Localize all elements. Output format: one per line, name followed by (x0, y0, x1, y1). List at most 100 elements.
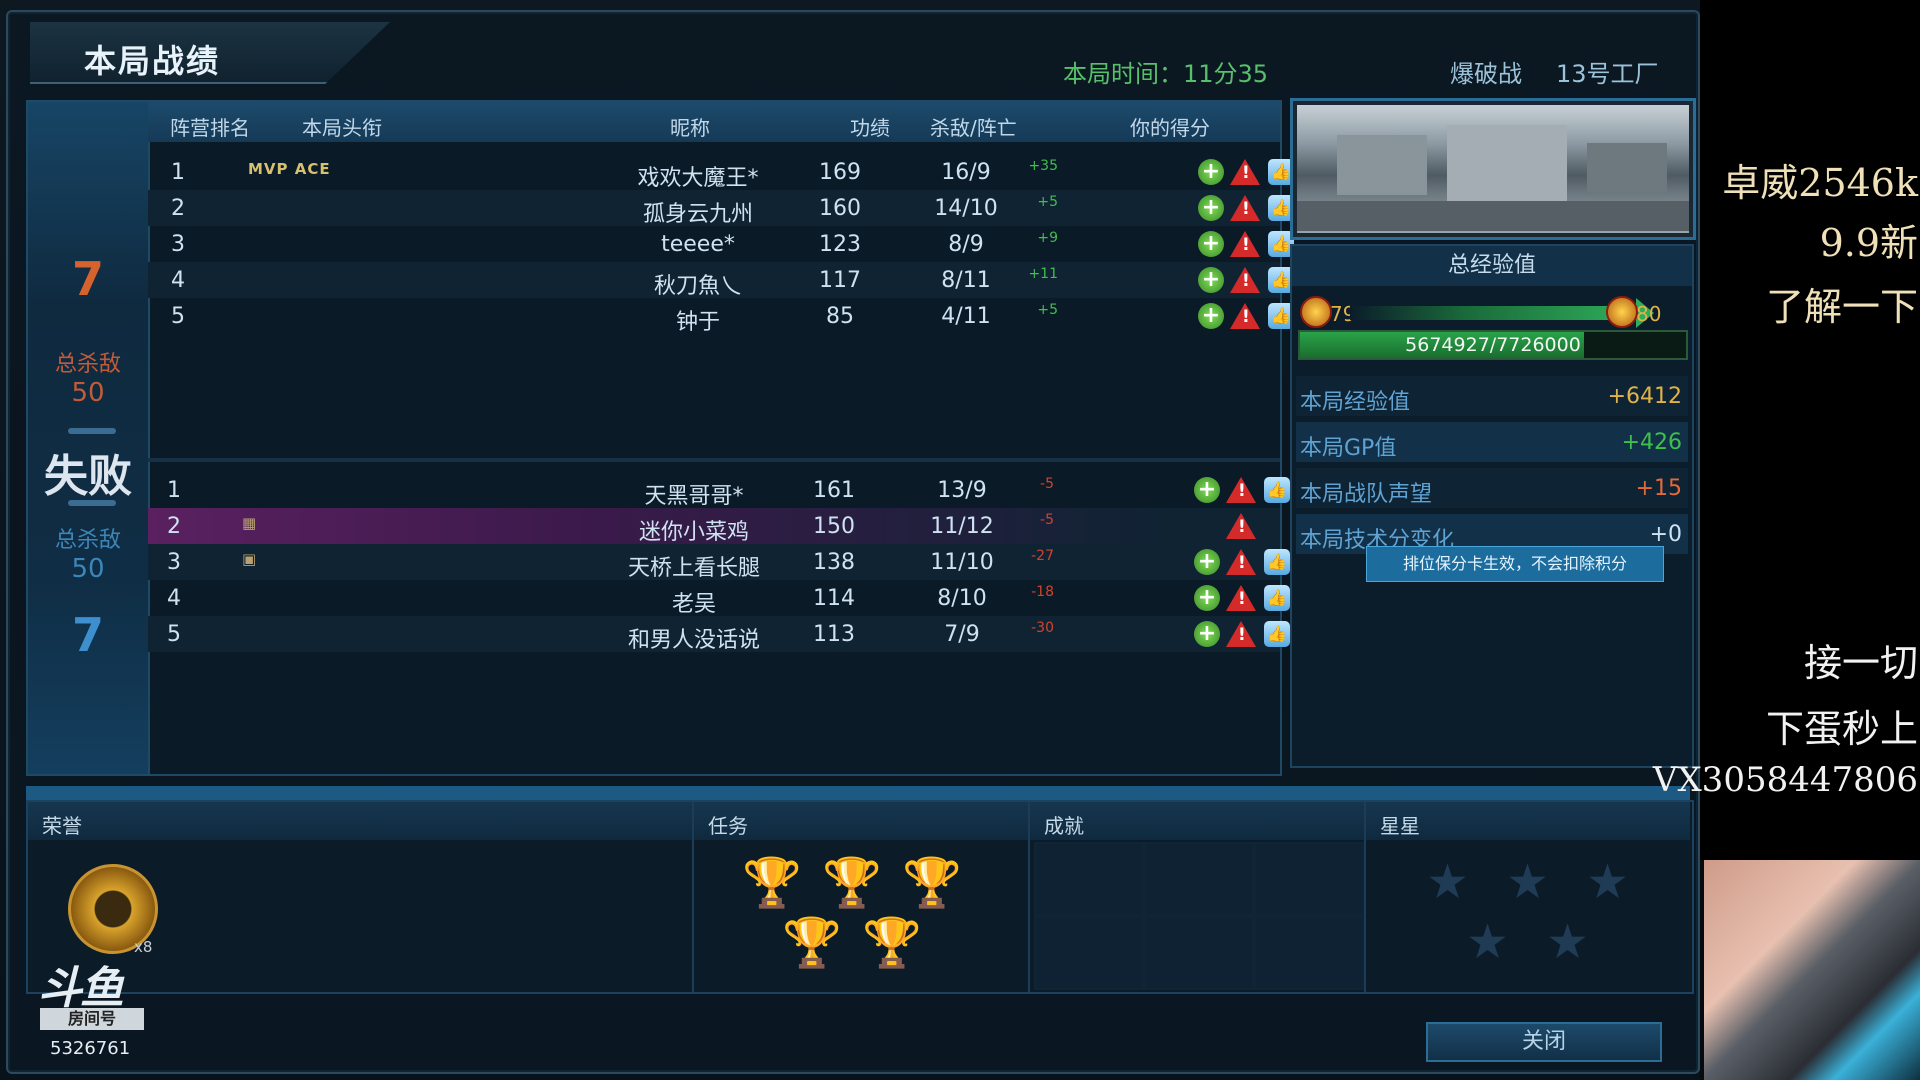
close-button[interactable]: 关闭 (1426, 1022, 1662, 1062)
stat-value: +6412 (1607, 384, 1682, 409)
row-score-delta: +5 (1037, 194, 1058, 210)
row-rank: 1 (167, 478, 181, 503)
report-icon[interactable]: ! (1230, 267, 1260, 293)
overlay-line: 了解一下 (1765, 285, 1918, 329)
star-icon: ★ (1466, 914, 1510, 970)
trophy-icon: 🏆 (822, 855, 882, 911)
rank-next-level: 80 (1636, 302, 1662, 326)
trophy-icon: 🏆 (782, 915, 842, 971)
map-image (1297, 105, 1689, 233)
map-thumbnail (1290, 98, 1696, 240)
stat-label: 本局GP值 (1300, 436, 1397, 461)
report-icon[interactable]: ! (1226, 477, 1256, 503)
overlay-line: 卓威2546k (1722, 161, 1918, 205)
team1-kills-label: 总杀敌 (54, 352, 121, 377)
row-score-delta: +11 (1028, 266, 1058, 282)
scoreboard: 7 总杀敌 50 失败 总杀敌 50 7 阵营排名 本局头衔 昵称 功绩 杀敌/… (26, 100, 1294, 776)
stat-value: +426 (1621, 430, 1682, 455)
row-score-delta: -30 (1031, 620, 1054, 636)
report-icon[interactable]: ! (1226, 513, 1256, 539)
level-arrow (1350, 298, 1654, 328)
row-score-delta: -27 (1031, 548, 1054, 564)
add-friend-icon[interactable]: + (1198, 231, 1224, 257)
room-label: 房间号 (40, 1008, 144, 1030)
table-row[interactable]: 1 天黑哥哥* 161 13/9 -5 + ! 👍 (148, 472, 1290, 509)
col-kd: 杀敌/阵亡 (930, 116, 1017, 140)
row-rank: 2 (167, 514, 181, 539)
add-friend-icon[interactable]: + (1198, 195, 1224, 221)
stat-clan-reputation: 本局战队声望 +15 (1296, 468, 1688, 508)
room-id: 5326761 (50, 1038, 131, 1059)
report-icon[interactable]: ! (1230, 195, 1260, 221)
rank-current-icon (1300, 296, 1332, 328)
report-icon[interactable]: ! (1226, 585, 1256, 611)
protection-card-tooltip: 排位保分卡生效，不会扣除积分 (1366, 546, 1664, 582)
add-friend-icon[interactable]: + (1198, 267, 1224, 293)
add-friend-icon[interactable]: + (1198, 159, 1224, 185)
table-row[interactable]: 3 teeee* 123 8/9 +9 + ! 👍 (148, 226, 1294, 262)
report-icon[interactable]: ! (1230, 159, 1260, 185)
col-camp-rank: 阵营排名 (170, 116, 250, 140)
row-score-delta: -5 (1040, 476, 1054, 492)
row-rank: 3 (171, 232, 185, 257)
row-merit: 138 (813, 550, 855, 575)
like-icon[interactable]: 👍 (1264, 585, 1290, 611)
table-row-self[interactable]: 2 ▦ 迷你小菜鸡 150 11/12 -5 ! (148, 508, 1280, 545)
team1-score: 7 (71, 252, 104, 306)
row-merit: 117 (819, 268, 861, 293)
achievement-slot (1144, 916, 1254, 990)
report-icon[interactable]: ! (1226, 549, 1256, 575)
overlay-line: 下蛋秒上 (1765, 707, 1918, 751)
add-friend-icon[interactable]: + (1194, 585, 1220, 611)
like-icon[interactable]: 👍 (1264, 621, 1290, 647)
xp-progress-text: 5674927/7726000 (1405, 334, 1581, 356)
row-rank: 4 (167, 586, 181, 611)
overlay-line: 9.9新 (1819, 221, 1918, 265)
team2-kills-label: 总杀敌 (54, 528, 121, 553)
add-friend-icon[interactable]: + (1194, 477, 1220, 503)
table-row[interactable]: 2 孤身云九州 160 14/10 +5 + ! 👍 (148, 190, 1294, 227)
window-title: 本局战绩 (84, 42, 221, 80)
achievement-section: 成就 (1030, 802, 1366, 992)
xp-progress-bar: 5674927/7726000 (1298, 330, 1688, 360)
row-rank: 2 (171, 196, 185, 221)
star-icon: ★ (1506, 854, 1550, 910)
table-row[interactable]: 5 和男人没话说 113 7/9 -30 + ! 👍 (148, 616, 1290, 653)
row-merit: 161 (813, 478, 855, 503)
add-friend-icon[interactable]: + (1194, 621, 1220, 647)
stat-round-xp: 本局经验值 +6412 (1296, 376, 1688, 416)
team1-kills: 50 (71, 378, 105, 408)
achievement-slot (1034, 916, 1144, 990)
table-row[interactable]: 4 秋刀魚乀 117 8/11 +11 + ! 👍 (148, 262, 1294, 299)
add-friend-icon[interactable]: + (1194, 549, 1220, 575)
report-icon[interactable]: ! (1230, 303, 1260, 329)
game-mode: 爆破战 (1450, 60, 1522, 88)
table-row[interactable]: 4 老吴 114 8/10 -18 + ! 👍 (148, 580, 1290, 617)
table-row[interactable]: 1 MVP ACE 戏欢大魔王* 169 16/9 +35 + ! 👍 (148, 154, 1294, 191)
table-row[interactable]: 3 ▣ 天桥上看长腿 138 11/10 -27 + ! 👍 (148, 544, 1290, 581)
row-rank: 1 (171, 160, 185, 185)
report-icon[interactable]: ! (1230, 231, 1260, 257)
row-merit: 85 (826, 304, 854, 329)
stars-section: 星星 ★ ★ ★ ★ ★ (1366, 802, 1690, 992)
row-score-delta: -5 (1040, 512, 1054, 528)
star-icon: ★ (1546, 914, 1590, 970)
like-icon[interactable]: 👍 (1264, 549, 1290, 575)
stat-label: 本局经验值 (1300, 390, 1411, 415)
achievement-slot (1254, 916, 1364, 990)
achievement-slot (1144, 842, 1254, 916)
stars-title: 星星 (1380, 814, 1420, 838)
row-rank: 3 (167, 550, 181, 575)
row-rank: 5 (167, 622, 181, 647)
achievement-slot (1034, 842, 1144, 916)
like-icon[interactable]: 👍 (1264, 477, 1290, 503)
streamer-webcam (1704, 860, 1920, 1080)
match-result: 失败 (44, 451, 132, 502)
row-merit: 123 (819, 232, 861, 257)
table-row[interactable]: 5 钟于 85 4/11 +5 + ! 👍 (148, 298, 1294, 335)
result-divider-bottom (68, 500, 116, 506)
report-icon[interactable]: ! (1226, 621, 1256, 647)
add-friend-icon[interactable]: + (1198, 303, 1224, 329)
col-merit: 功绩 (850, 116, 890, 140)
team-summary-column: 7 总杀敌 50 失败 总杀敌 50 7 (28, 102, 150, 774)
